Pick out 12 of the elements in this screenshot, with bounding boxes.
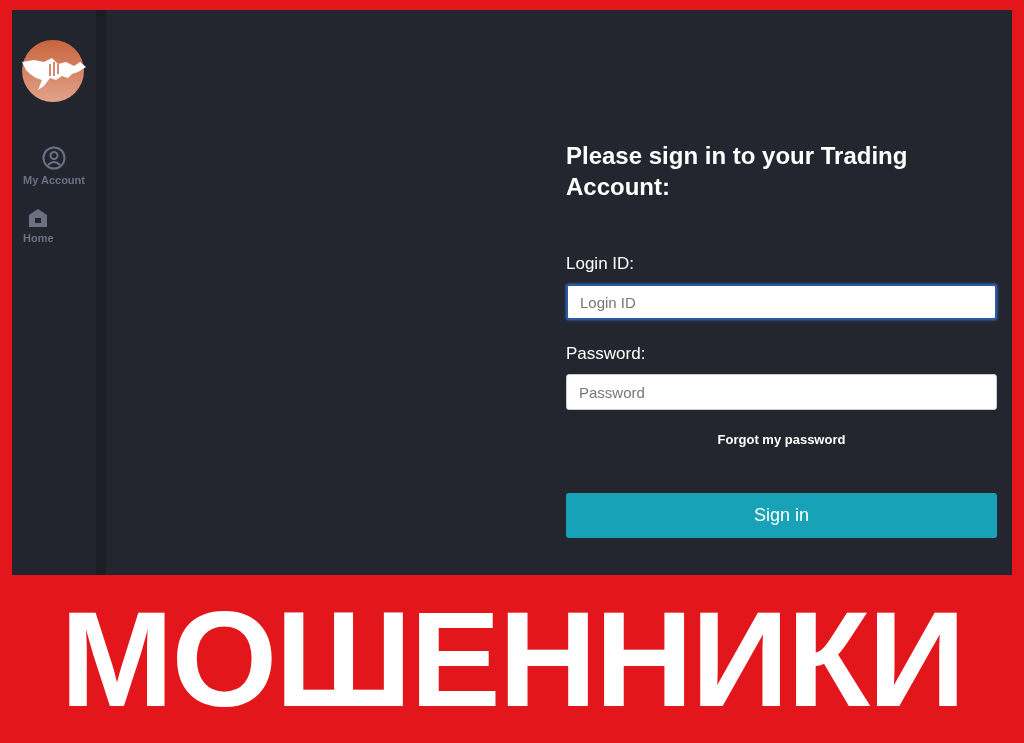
sign-in-button[interactable]: Sign in (566, 493, 997, 538)
form-title: Please sign in to your Trading Account: (566, 141, 909, 202)
field-label: Login ID: (566, 254, 636, 274)
banner-text: МОШЕННИКИ (60, 591, 964, 727)
user-icon (42, 146, 66, 170)
sidebar-item[interactable]: Home (23, 208, 54, 244)
forgot-password-link[interactable]: Forgot my password (717, 432, 846, 447)
input-field[interactable]: Login ID (566, 284, 997, 320)
logo-icon (22, 40, 86, 102)
home-icon (28, 208, 49, 228)
field-label: Password: (566, 344, 647, 364)
sidebar-item[interactable]: My Account (23, 146, 85, 186)
